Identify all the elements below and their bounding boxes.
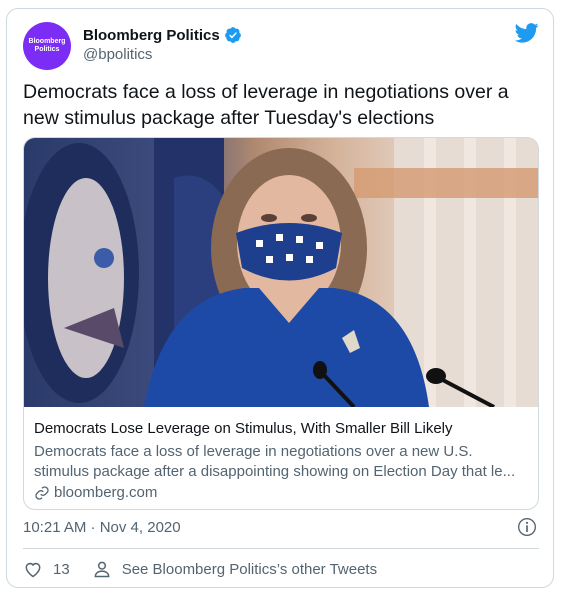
account-handle[interactable]: @bpolitics (83, 46, 152, 63)
preview-headline: Democrats Lose Leverage on Stimulus, Wit… (34, 420, 453, 437)
preview-description-line2: stimulus package after a disappointing s… (34, 463, 516, 480)
preview-image (24, 138, 538, 407)
preview-domain-row: bloomberg.com (34, 484, 157, 501)
link-preview-card[interactable]: Democrats Lose Leverage on Stimulus, Wit… (23, 137, 539, 510)
divider (23, 548, 539, 549)
verified-badge-icon (224, 27, 241, 43)
tweet-card: Bloomberg Politics Bloomberg Politics @b… (6, 8, 554, 588)
preview-domain: bloomberg.com (54, 484, 158, 501)
see-other-tweets-link[interactable]: See Bloomberg Politics’s other Tweets (92, 559, 377, 579)
tweet-actions: 13 See Bloomberg Politics’s other Tweets (23, 559, 377, 579)
preview-meta: Democrats Lose Leverage on Stimulus, Wit… (24, 408, 538, 509)
info-icon[interactable] (517, 517, 537, 537)
person-icon (94, 561, 110, 578)
name-row: Bloomberg Politics (83, 26, 242, 44)
tweet-timestamp[interactable]: 10:21 AM · Nov 4, 2020 (23, 519, 181, 536)
account-name[interactable]: Bloomberg Politics (83, 27, 220, 44)
heart-icon (25, 562, 41, 578)
link-icon (35, 485, 49, 500)
avatar-text-line1: Bloomberg (28, 38, 66, 45)
preview-description-line1: Democrats face a loss of leverage in neg… (34, 443, 473, 460)
twitter-bird-icon[interactable] (515, 23, 539, 43)
preview-photo-illustration (24, 138, 538, 407)
tweet-text: Democrats face a loss of leverage in neg… (23, 81, 509, 129)
like-button[interactable]: 13 (23, 559, 70, 579)
like-count: 13 (53, 560, 70, 578)
avatar[interactable]: Bloomberg Politics (23, 22, 71, 70)
avatar-text-line2: Politics (34, 46, 60, 53)
see-other-tweets-label: See Bloomberg Politics’s other Tweets (121, 560, 378, 578)
preview-description: Democrats face a loss of leverage in neg… (34, 442, 529, 482)
